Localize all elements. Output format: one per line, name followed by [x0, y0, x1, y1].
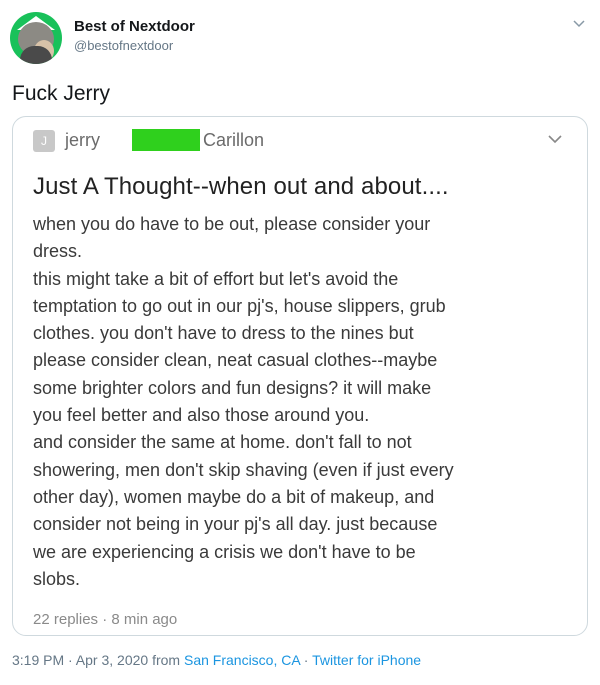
post-body-line: and consider the same at home. don't fal… [33, 432, 412, 453]
tweet-footer: 3:19 PM · Apr 3, 2020 from San Francisco… [12, 652, 421, 668]
post-body-line: clothes. you don't have to dress to the … [33, 323, 414, 344]
post-body-line: when you do have to be out, please consi… [33, 214, 431, 234]
post-body-line: dress. [33, 241, 83, 262]
author-avatar: J [33, 130, 55, 152]
post-body-line: other day), women maybe do a bit of make… [33, 486, 435, 507]
author-first-name: jerry [65, 130, 100, 150]
post-body-line: consider not being in your pj's all day.… [33, 514, 438, 535]
author-last-name: Carillon [203, 130, 265, 150]
chevron-down-icon[interactable] [547, 131, 563, 147]
source-link[interactable]: Twitter for iPhone [312, 652, 421, 668]
post-meta[interactable]: 22 replies · 8 min ago [33, 611, 177, 628]
nextdoor-post-card: J jerry Carillon Just A Thought--when ou… [12, 116, 588, 636]
post-body-line: this might take a bit of effort but let'… [33, 268, 399, 289]
post-title: Just A Thought--when out and about.... [33, 173, 449, 200]
post-body-line: temptation to go out in our pj's, house … [33, 295, 446, 316]
tweet-timestamp[interactable]: 3:19 PM · Apr 3, 2020 from [12, 652, 184, 668]
post-body: when you do have to be out, please consi… [33, 211, 573, 593]
post-body-line: we are experiencing a crisis we don't ha… [33, 541, 416, 562]
location-link[interactable]: San Francisco, CA [184, 652, 300, 668]
footer-separator: · [299, 652, 313, 668]
avatar-body [20, 46, 52, 64]
post-body-line: showering, men don't skip shaving (even … [33, 459, 454, 480]
tweet-text: Fuck Jerry [12, 82, 111, 105]
redaction-block [132, 129, 200, 151]
post-body-line: please consider clean, neat casual cloth… [33, 350, 438, 371]
avatar[interactable] [10, 12, 62, 64]
tweet-header: Best of Nextdoor @bestofnextdoor [10, 12, 590, 66]
user-names: Best of Nextdoor @bestofnextdoor [74, 18, 195, 53]
post-body-line: some brighter colors and fun designs? it… [33, 377, 432, 398]
chevron-down-icon[interactable] [572, 16, 586, 30]
post-body-line: you feel better and also those around yo… [33, 405, 370, 426]
post-body-line: slobs. [33, 568, 81, 589]
post-author-row: J jerry Carillon [33, 129, 563, 153]
user-handle[interactable]: @bestofnextdoor [74, 38, 195, 53]
display-name[interactable]: Best of Nextdoor [74, 18, 195, 35]
